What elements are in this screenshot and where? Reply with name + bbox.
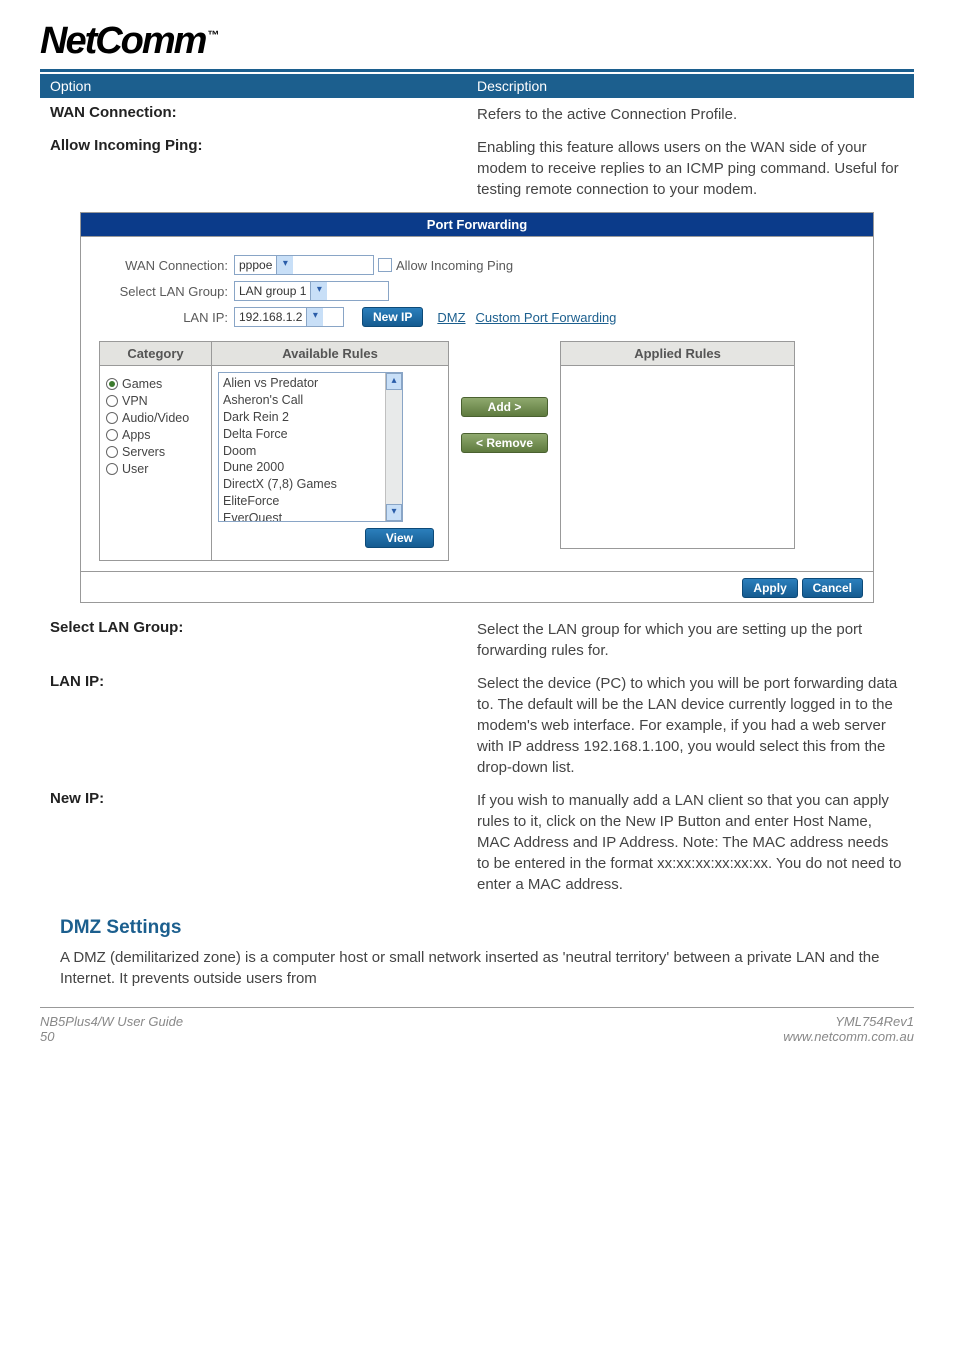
remove-button[interactable]: < Remove <box>461 433 548 453</box>
lan-ip-label: LAN IP: <box>50 673 477 690</box>
transfer-buttons: Add > < Remove <box>461 397 548 453</box>
footer-rev: YML754Rev1 <box>783 1014 914 1029</box>
options-table-header: Option Description <box>40 74 914 98</box>
radio-icon <box>106 378 118 390</box>
category-list: Games VPN Audio/Video Apps Servers User <box>100 366 212 560</box>
left-column-body: Games VPN Audio/Video Apps Servers User … <box>100 366 448 560</box>
category-servers[interactable]: Servers <box>106 445 205 459</box>
cancel-button[interactable]: Cancel <box>802 578 863 598</box>
available-rules-listbox[interactable]: Alien vs Predator Asheron's Call Dark Re… <box>218 372 403 522</box>
radio-icon <box>106 395 118 407</box>
left-column-header: Category Available Rules <box>100 342 448 366</box>
footer-guide-name: NB5Plus4/W User Guide <box>40 1014 183 1029</box>
logo-tm: ™ <box>207 28 217 42</box>
select-lan-group-desc: Select the LAN group for which you are s… <box>477 619 904 661</box>
category-user[interactable]: User <box>106 462 205 476</box>
chevron-down-icon: ▾ <box>276 256 293 274</box>
form-row-wan: WAN Connection: pppoe ▾ Allow Incoming P… <box>99 255 855 275</box>
top-rule <box>40 69 914 72</box>
category-games[interactable]: Games <box>106 377 205 391</box>
page-footer: NB5Plus4/W User Guide 50 YML754Rev1 www.… <box>40 1007 914 1054</box>
port-forwarding-panel: Port Forwarding WAN Connection: pppoe ▾ … <box>80 212 874 603</box>
bottom-button-row: Apply Cancel <box>80 572 874 603</box>
available-rules-header: Available Rules <box>212 342 448 365</box>
new-ip-label: New IP: <box>50 790 477 807</box>
radio-icon <box>106 446 118 458</box>
row-new-ip: New IP: If you wish to manually add a LA… <box>40 784 914 901</box>
allow-incoming-ping-desc: Enabling this feature allows users on th… <box>477 137 904 200</box>
dmz-settings-para: A DMZ (demilitarized zone) is a computer… <box>60 947 894 989</box>
wan-connection-value: pppoe <box>239 258 272 272</box>
lan-ip-value: 192.168.1.2 <box>239 310 302 324</box>
lan-ip-desc: Select the device (PC) to which you will… <box>477 673 904 778</box>
wan-connection-select[interactable]: pppoe ▾ <box>234 255 374 275</box>
scroll-down-icon[interactable]: ▾ <box>386 504 402 521</box>
category-header: Category <box>100 342 212 365</box>
panel-title: Port Forwarding <box>80 212 874 236</box>
wan-connection-desc: Refers to the active Connection Profile. <box>477 104 904 125</box>
footer-right: YML754Rev1 www.netcomm.com.au <box>783 1014 914 1044</box>
header-option: Option <box>50 78 477 94</box>
lan-group-form-label: Select LAN Group: <box>99 284 234 299</box>
category-vpn[interactable]: VPN <box>106 394 205 408</box>
category-apps[interactable]: Apps <box>106 428 205 442</box>
available-rules-items: Alien vs Predator Asheron's Call Dark Re… <box>219 373 402 522</box>
allow-incoming-ping-form-label: Allow Incoming Ping <box>396 258 513 273</box>
category-audio-video[interactable]: Audio/Video <box>106 411 205 425</box>
row-allow-incoming-ping: Allow Incoming Ping: Enabling this featu… <box>40 131 914 206</box>
logo-text: NetComm <box>40 20 205 62</box>
radio-icon <box>106 463 118 475</box>
row-lan-ip: LAN IP: Select the device (PC) to which … <box>40 667 914 784</box>
scrollbar[interactable]: ▴ ▾ <box>385 373 402 521</box>
available-rules-box: Alien vs Predator Asheron's Call Dark Re… <box>212 366 448 560</box>
new-ip-button[interactable]: New IP <box>362 307 423 327</box>
chevron-down-icon: ▾ <box>310 282 327 300</box>
chevron-down-icon: ▾ <box>306 308 323 326</box>
applied-rules-body <box>561 366 794 548</box>
wan-connection-form-label: WAN Connection: <box>99 258 234 273</box>
list-item[interactable]: EliteForce <box>223 493 398 510</box>
footer-url: www.netcomm.com.au <box>783 1029 914 1044</box>
select-lan-group-label: Select LAN Group: <box>50 619 477 636</box>
footer-left: NB5Plus4/W User Guide 50 <box>40 1014 183 1044</box>
form-row-lan-ip: LAN IP: 192.168.1.2 ▾ New IP DMZ Custom … <box>99 307 855 327</box>
lan-ip-form-label: LAN IP: <box>99 310 234 325</box>
form-row-lan-group: Select LAN Group: LAN group 1 ▾ <box>99 281 855 301</box>
list-item[interactable]: Dark Rein 2 <box>223 409 398 426</box>
wan-connection-label: WAN Connection: <box>50 104 477 121</box>
list-item[interactable]: Dune 2000 <box>223 459 398 476</box>
footer-page-number: 50 <box>40 1029 183 1044</box>
row-wan-connection: WAN Connection: Refers to the active Con… <box>40 98 914 131</box>
dmz-link[interactable]: DMZ <box>437 310 465 325</box>
applied-rules-header: Applied Rules <box>561 342 794 366</box>
new-ip-desc: If you wish to manually add a LAN client… <box>477 790 904 895</box>
allow-incoming-ping-checkbox[interactable] <box>378 258 392 272</box>
radio-icon <box>106 412 118 424</box>
panel-body: WAN Connection: pppoe ▾ Allow Incoming P… <box>80 236 874 572</box>
dmz-settings-heading: DMZ Settings <box>60 917 914 939</box>
header-description: Description <box>477 78 904 94</box>
lan-ip-select[interactable]: 192.168.1.2 ▾ <box>234 307 344 327</box>
list-item[interactable]: Alien vs Predator <box>223 375 398 392</box>
radio-icon <box>106 429 118 441</box>
logo: NetComm™ <box>40 20 914 63</box>
lan-group-select[interactable]: LAN group 1 ▾ <box>234 281 389 301</box>
list-item[interactable]: Delta Force <box>223 426 398 443</box>
rules-area: Category Available Rules Games VPN Audio… <box>99 341 855 561</box>
allow-incoming-ping-label: Allow Incoming Ping: <box>50 137 477 154</box>
view-button[interactable]: View <box>365 528 434 548</box>
lan-group-value: LAN group 1 <box>239 284 306 298</box>
apply-button[interactable]: Apply <box>742 578 797 598</box>
list-item[interactable]: Asheron's Call <box>223 392 398 409</box>
custom-port-forwarding-link[interactable]: Custom Port Forwarding <box>476 310 617 325</box>
left-column: Category Available Rules Games VPN Audio… <box>99 341 449 561</box>
add-button[interactable]: Add > <box>461 397 548 417</box>
list-item[interactable]: DirectX (7,8) Games <box>223 476 398 493</box>
list-item[interactable]: EverQuest <box>223 510 398 522</box>
scroll-up-icon[interactable]: ▴ <box>386 373 402 390</box>
list-item[interactable]: Doom <box>223 443 398 460</box>
view-row: View <box>218 522 442 554</box>
right-column: Applied Rules <box>560 341 795 549</box>
row-select-lan-group: Select LAN Group: Select the LAN group f… <box>40 613 914 667</box>
